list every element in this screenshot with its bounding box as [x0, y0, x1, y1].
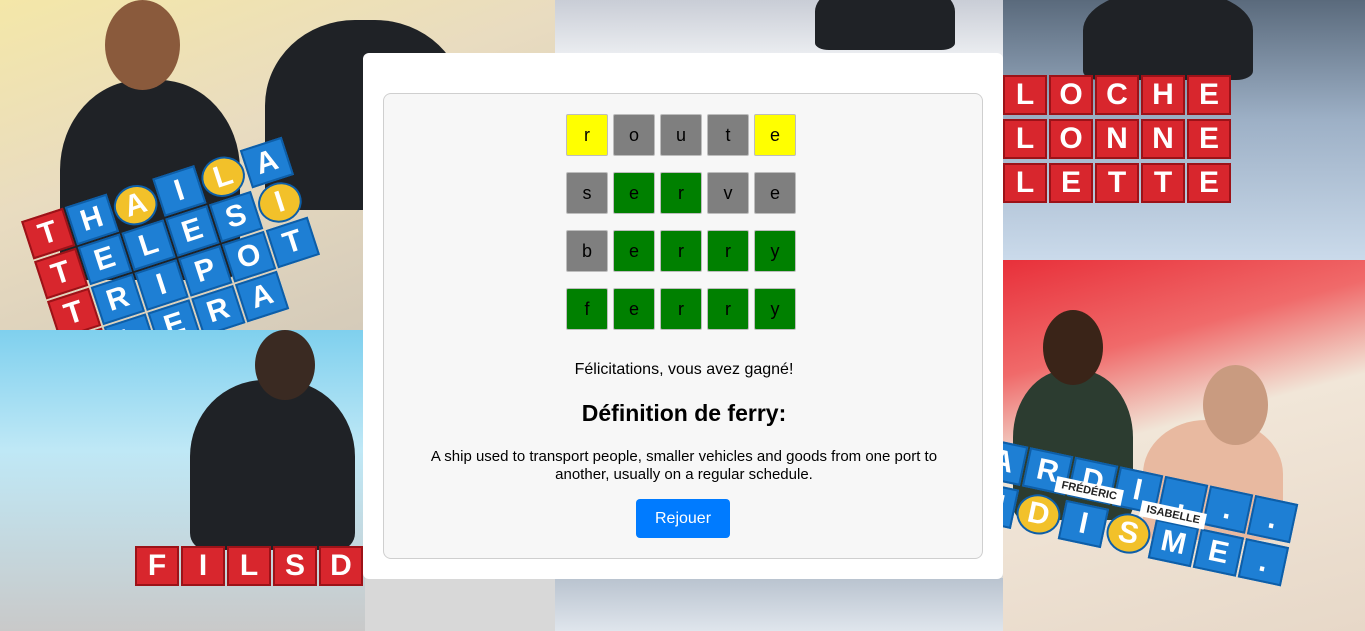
board-letter: E — [1187, 75, 1231, 115]
board-letter: . — [1246, 495, 1299, 544]
background-photo-bottom-left: FILSD — [0, 330, 365, 631]
letter-tile: e — [754, 172, 796, 214]
letter-tile: r — [660, 172, 702, 214]
board-letter: O — [1049, 75, 1093, 115]
contestant-figure — [815, 0, 955, 50]
board-letter: H — [1141, 75, 1185, 115]
letter-tile: s — [566, 172, 608, 214]
board-letter: E — [1187, 163, 1231, 203]
board-row: FILSD — [135, 546, 363, 586]
board-letter: . — [1201, 485, 1254, 534]
board-row: LETTE — [1003, 163, 1231, 203]
board-letter: E — [1187, 119, 1231, 159]
contestant-figure — [190, 380, 355, 550]
letter-tile: r — [566, 114, 608, 156]
letter-tile: e — [613, 172, 655, 214]
letter-tile: u — [660, 114, 702, 156]
replay-button[interactable]: Rejouer — [636, 499, 730, 538]
result-card: routeserveberryferry Félicitations, vous… — [383, 93, 983, 559]
definition-text: A ship used to transport people, smaller… — [430, 448, 938, 483]
letter-tile: y — [754, 288, 796, 330]
board-row: LOCHE — [1003, 75, 1231, 115]
background-photo-top-center — [555, 0, 1005, 60]
letter-tile: v — [707, 172, 749, 214]
guess-row: route — [566, 114, 796, 156]
letter-tile: r — [660, 230, 702, 272]
letter-tile: e — [754, 114, 796, 156]
guess-row: ferry — [566, 288, 796, 330]
definition-title: Définition de ferry: — [581, 400, 787, 426]
result-modal: routeserveberryferry Félicitations, vous… — [363, 53, 1003, 579]
letter-tile: t — [707, 114, 749, 156]
board-letter: L — [1003, 119, 1047, 159]
background-photo-top-right: LOCHELONNELETTE — [1003, 0, 1365, 300]
letter-board: FILSD — [135, 546, 363, 586]
board-letter: E — [1049, 163, 1093, 203]
board-letter: I — [181, 546, 225, 586]
contestant-head — [255, 330, 315, 400]
letter-tile: r — [660, 288, 702, 330]
guess-row: serve — [566, 172, 796, 214]
board-letter: C — [1095, 75, 1139, 115]
board-letter: N — [1141, 119, 1185, 159]
letter-tile: r — [707, 230, 749, 272]
background-photo-bottom-right: ARDI...UDISME. — [1003, 260, 1365, 631]
board-letter: D — [1012, 490, 1065, 539]
board-letter: N — [1095, 119, 1139, 159]
letter-tile: e — [613, 288, 655, 330]
board-letter: L — [1003, 163, 1047, 203]
board-row: LONNE — [1003, 119, 1231, 159]
board-letter: O — [1049, 119, 1093, 159]
contestant-head — [1043, 310, 1103, 385]
contestant-head — [1203, 365, 1268, 445]
guess-row: berry — [566, 230, 796, 272]
guess-grid: routeserveberryferry — [566, 114, 796, 346]
board-letter: I — [1057, 499, 1110, 549]
board-letter: F — [135, 546, 179, 586]
letter-tile: b — [566, 230, 608, 272]
letter-tile: o — [613, 114, 655, 156]
board-letter: T — [1095, 163, 1139, 203]
board-letter: E — [1192, 528, 1245, 577]
letter-tile: y — [754, 230, 796, 272]
board-letter: T — [1141, 163, 1185, 203]
contestant-figure — [1083, 0, 1253, 80]
board-letter: . — [1237, 538, 1290, 587]
board-letter: S — [273, 546, 317, 586]
board-letter: U — [1003, 480, 1020, 529]
letter-tile: r — [707, 288, 749, 330]
win-message: Félicitations, vous avez gagné! — [574, 361, 794, 378]
background-photo-bottom-center — [555, 578, 1005, 631]
letter-tile: f — [566, 288, 608, 330]
board-letter: L — [1003, 75, 1047, 115]
contestant-head — [105, 0, 180, 90]
letter-tile: e — [613, 230, 655, 272]
board-letter: D — [319, 546, 363, 586]
board-letter: L — [227, 546, 271, 586]
letter-board: LOCHELONNELETTE — [1003, 75, 1231, 203]
